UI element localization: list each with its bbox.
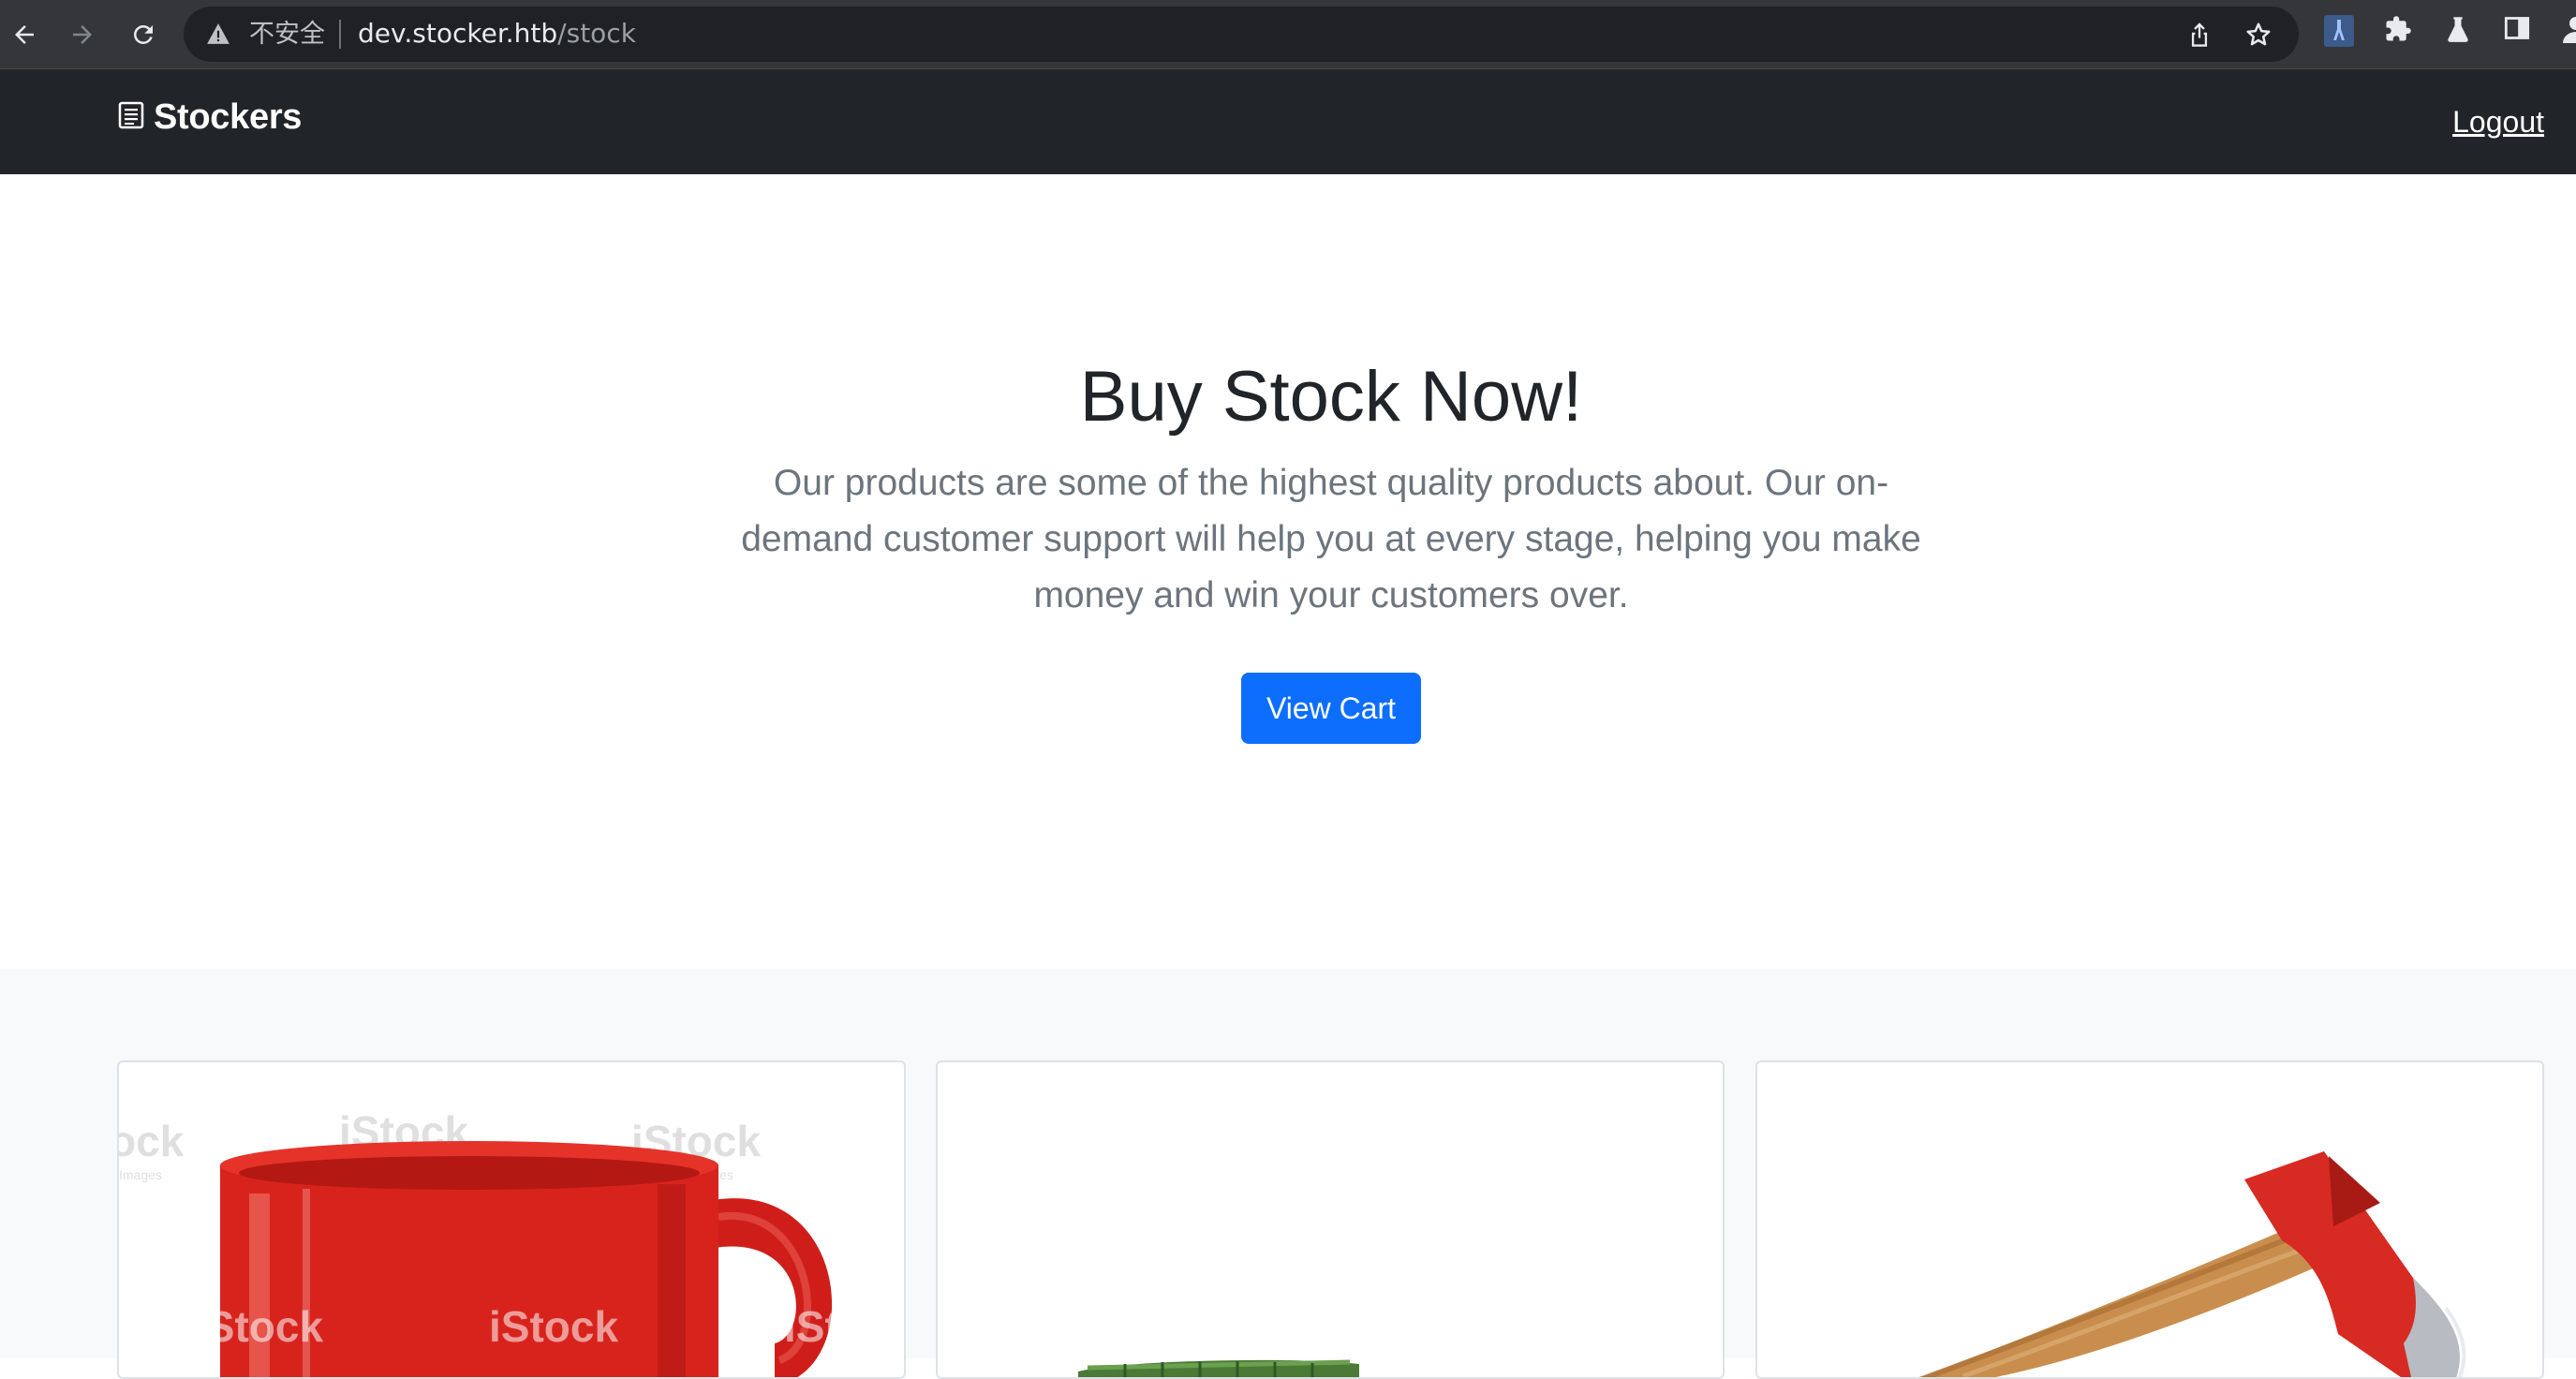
omnibox-divider (339, 20, 341, 49)
profile-icon[interactable] (2563, 15, 2576, 48)
back-arrow-icon[interactable] (6, 16, 43, 53)
puzzle-icon[interactable] (2384, 15, 2412, 48)
products-section: ock Images iStock iStock by Getty Images… (0, 969, 2576, 1379)
hero-title: Buy Stock Now! (1079, 357, 1583, 437)
hero-lead: Our products are some of the highest qua… (741, 463, 1921, 615)
browser-toolbar: 不安全 dev.stocker.htb/stock (0, 0, 2576, 69)
product-card[interactable] (936, 1060, 1725, 1379)
labs-icon[interactable] (2445, 15, 2471, 48)
red-mug-image: ock Images iStock iStock by Getty Images… (119, 1107, 906, 1377)
reload-icon[interactable] (125, 16, 162, 53)
address-bar[interactable]: 不安全 dev.stocker.htb/stock (184, 7, 2299, 62)
star-icon[interactable] (2244, 21, 2273, 53)
list-icon (118, 101, 144, 134)
svg-text:ock: ock (119, 1117, 185, 1165)
svg-text:iStock: iStock (194, 1302, 323, 1351)
svg-text:Images: Images (119, 1167, 162, 1182)
logout-link[interactable]: Logout (2452, 105, 2544, 140)
url-path: /stock (557, 18, 636, 49)
security-status[interactable]: 不安全 (249, 20, 325, 50)
url-text[interactable]: dev.stocker.htb/stock (358, 19, 636, 49)
product-card[interactable] (1755, 1060, 2544, 1379)
brand-name: Stockers (154, 97, 303, 137)
share-icon[interactable] (2186, 21, 2213, 53)
forward-arrow-icon[interactable] (64, 16, 101, 53)
extension-icon[interactable] (2324, 15, 2354, 52)
green-item-image (1078, 1359, 1359, 1377)
hero-section: Buy Stock Now! Our products are some of … (0, 174, 2576, 969)
side-panel-icon[interactable] (2504, 15, 2530, 46)
svg-text:iStock: iStock (489, 1302, 618, 1351)
view-cart-button[interactable]: View Cart (1241, 673, 1421, 744)
url-host: dev.stocker.htb (358, 18, 558, 49)
svg-text:iStock: iStock (784, 1302, 906, 1351)
warning-icon[interactable] (206, 22, 230, 50)
red-axe-image (1918, 1151, 2466, 1377)
brand-link[interactable]: Stockers (118, 97, 302, 138)
site-navbar: Stockers Logout (0, 69, 2576, 174)
product-card[interactable]: ock Images iStock iStock by Getty Images… (117, 1060, 906, 1379)
